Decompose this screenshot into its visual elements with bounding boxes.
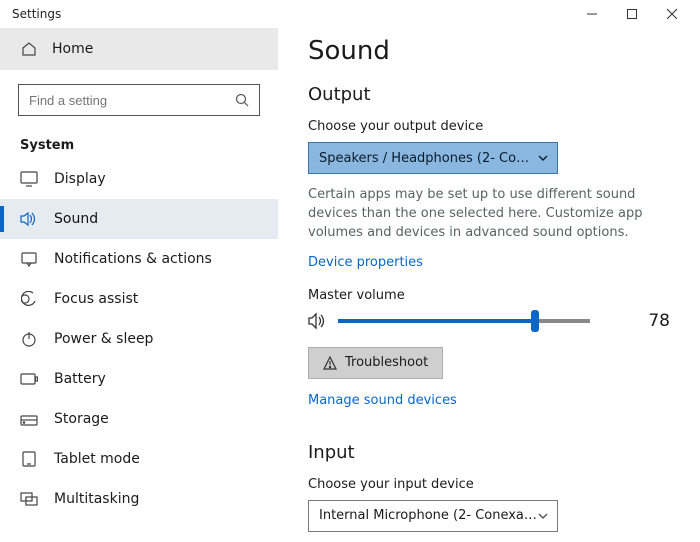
search-box[interactable]: [18, 84, 260, 116]
focus-assist-icon: [20, 290, 38, 308]
home-label: Home: [52, 41, 93, 57]
display-icon: [20, 170, 38, 188]
storage-icon: [20, 410, 38, 428]
sidebar-item-notifications-actions[interactable]: Notifications & actions: [0, 239, 278, 279]
titlebar: Settings: [0, 0, 700, 28]
master-volume-label: Master volume: [308, 288, 670, 303]
output-device-label: Choose your output device: [308, 119, 670, 134]
sidebar-item-label: Notifications & actions: [54, 251, 212, 267]
power-icon: [20, 330, 38, 348]
sidebar-item-label: Tablet mode: [54, 451, 140, 467]
sidebar-item-label: Sound: [54, 211, 98, 227]
close-button[interactable]: [652, 0, 692, 28]
search-icon: [235, 93, 249, 107]
sidebar-item-multitasking[interactable]: Multitasking: [0, 479, 278, 519]
multitasking-icon: [20, 490, 38, 508]
sidebar-item-label: Storage: [54, 411, 109, 427]
chevron-down-icon: [537, 152, 549, 164]
chevron-down-icon: [537, 510, 549, 522]
sidebar-item-power-sleep[interactable]: Power & sleep: [0, 319, 278, 359]
sidebar-item-label: Display: [54, 171, 106, 187]
input-device-value: Internal Microphone (2- Conexant S...: [319, 508, 537, 523]
sidebar-item-label: Multitasking: [54, 491, 139, 507]
speaker-icon[interactable]: [308, 312, 328, 330]
input-heading: Input: [308, 442, 670, 463]
volume-row: 78: [308, 311, 670, 331]
minimize-button[interactable]: [572, 0, 612, 28]
sidebar: Home System Display Sound Notifications & …: [0, 28, 278, 542]
volume-slider[interactable]: [338, 319, 590, 323]
sidebar-section-label: System: [20, 138, 278, 153]
sidebar-item-tablet-mode[interactable]: Tablet mode: [0, 439, 278, 479]
sidebar-item-battery[interactable]: Battery: [0, 359, 278, 399]
output-device-value: Speakers / Headphones (2- Conexan...: [319, 151, 537, 166]
home-icon: [20, 40, 38, 58]
output-heading: Output: [308, 84, 670, 105]
sidebar-item-display[interactable]: Display: [0, 159, 278, 199]
window-controls: [572, 0, 692, 28]
maximize-button[interactable]: [612, 0, 652, 28]
device-properties-link[interactable]: Device properties: [308, 255, 423, 270]
troubleshoot-button[interactable]: Troubleshoot: [308, 347, 443, 379]
window-title: Settings: [12, 7, 572, 21]
troubleshoot-label: Troubleshoot: [345, 355, 428, 370]
slider-thumb[interactable]: [531, 310, 539, 332]
output-help-text: Certain apps may be set up to use differ…: [308, 186, 668, 243]
main-panel: Sound Output Choose your output device S…: [278, 28, 700, 542]
sound-icon: [20, 210, 38, 228]
manage-sound-devices-link[interactable]: Manage sound devices: [308, 393, 457, 408]
warning-icon: [323, 356, 337, 370]
search-input[interactable]: [29, 93, 235, 108]
volume-value: 78: [648, 311, 670, 331]
input-device-label: Choose your input device: [308, 477, 670, 492]
notifications-icon: [20, 250, 38, 268]
sidebar-item-focus-assist[interactable]: Focus assist: [0, 279, 278, 319]
slider-fill: [338, 319, 535, 323]
sidebar-item-storage[interactable]: Storage: [0, 399, 278, 439]
battery-icon: [20, 370, 38, 388]
sidebar-item-label: Power & sleep: [54, 331, 153, 347]
input-device-dropdown[interactable]: Internal Microphone (2- Conexant S...: [308, 500, 558, 532]
nav-list: Display Sound Notifications & actions Focus…: [0, 159, 278, 519]
page-title: Sound: [308, 36, 670, 66]
home-nav[interactable]: Home: [0, 28, 278, 70]
sidebar-item-label: Battery: [54, 371, 106, 387]
output-device-dropdown[interactable]: Speakers / Headphones (2- Conexan...: [308, 142, 558, 174]
sidebar-item-sound[interactable]: Sound: [0, 199, 278, 239]
tablet-icon: [20, 450, 38, 468]
sidebar-item-label: Focus assist: [54, 291, 138, 307]
